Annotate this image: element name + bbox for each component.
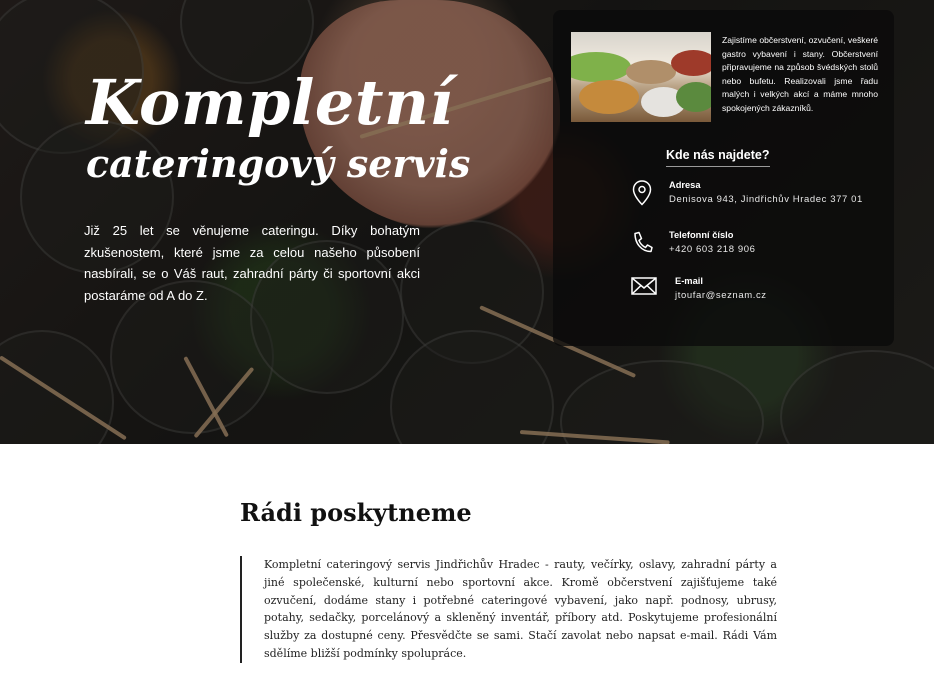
map-pin-icon — [632, 180, 652, 206]
contact-heading: Kde nás najdete? — [666, 148, 770, 167]
phone-label: Telefonní číslo — [669, 230, 734, 240]
address-label: Adresa — [669, 180, 701, 190]
envelope-icon — [631, 277, 657, 295]
phone-icon — [634, 231, 653, 253]
email-label: E-mail — [675, 276, 703, 286]
address-value: Denisova 943, Jindřichův Hradec 377 01 — [669, 194, 863, 205]
hero-intro-text: Již 25 let se věnujeme cateringu. Díky b… — [84, 223, 420, 303]
panel-description: Zajistíme občerstvení, ozvučení, veškeré… — [722, 35, 878, 113]
hero-title-line1: Kompletní — [86, 66, 454, 139]
buffet-photo — [571, 32, 711, 122]
hero-title: Kompletní cateringový servis — [86, 72, 470, 186]
info-panel: Zajistíme občerstvení, ozvučení, veškeré… — [553, 10, 894, 346]
services-paragraph: Kompletní cateringový servis Jindřichův … — [264, 558, 777, 660]
hero-section: Kompletní cateringový servis Již 25 let … — [0, 0, 934, 444]
email-value[interactable]: jtoufar@seznam.cz — [675, 290, 767, 301]
services-heading: Rádi poskytneme — [240, 498, 472, 527]
hero-title-line2: cateringový servis — [86, 141, 471, 186]
phone-value[interactable]: +420 603 218 906 — [669, 244, 755, 255]
services-text-block: Kompletní cateringový servis Jindřichův … — [240, 556, 777, 663]
